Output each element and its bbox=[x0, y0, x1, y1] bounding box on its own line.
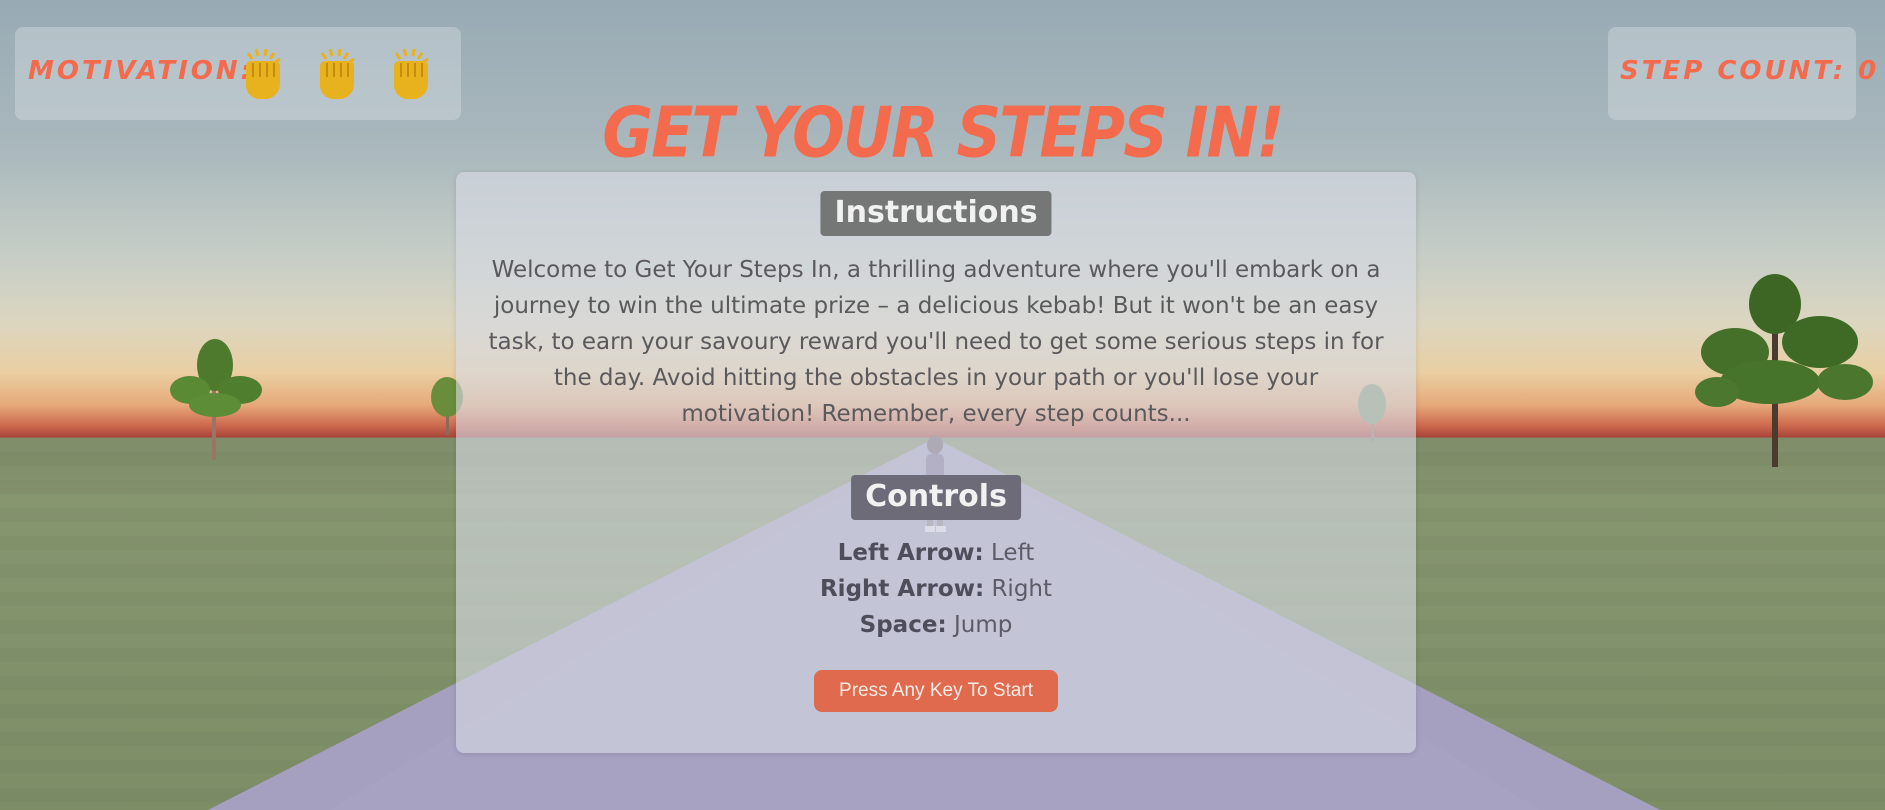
game-title: GET YOUR STEPS IN! bbox=[602, 91, 1284, 174]
control-action: Jump bbox=[953, 612, 1013, 638]
control-row-right: Right Arrow: Right bbox=[456, 576, 1416, 602]
control-action: Left bbox=[991, 540, 1035, 566]
control-row-left: Left Arrow: Left bbox=[456, 540, 1416, 566]
control-key: Right Arrow: bbox=[819, 576, 985, 602]
welcome-text: Welcome to Get Your Steps In, a thrillin… bbox=[488, 257, 1384, 427]
instructions-heading: Instructions bbox=[820, 191, 1052, 236]
tree bbox=[170, 339, 262, 460]
controls-heading: Controls bbox=[851, 475, 1021, 520]
control-key: Left Arrow: bbox=[837, 540, 984, 566]
step-count-label: STEP COUNT: 0 bbox=[1620, 56, 1880, 86]
control-key: Space: bbox=[859, 612, 947, 638]
start-button[interactable]: Press Any Key To Start bbox=[814, 670, 1058, 712]
tree bbox=[1695, 274, 1873, 467]
instructions-panel: Instructions Welcome to Get Your Steps I… bbox=[456, 172, 1416, 753]
control-row-space: Space: Jump bbox=[456, 612, 1416, 638]
control-action: Right bbox=[991, 576, 1053, 602]
motivation-label: MOTIVATION: bbox=[28, 56, 255, 86]
